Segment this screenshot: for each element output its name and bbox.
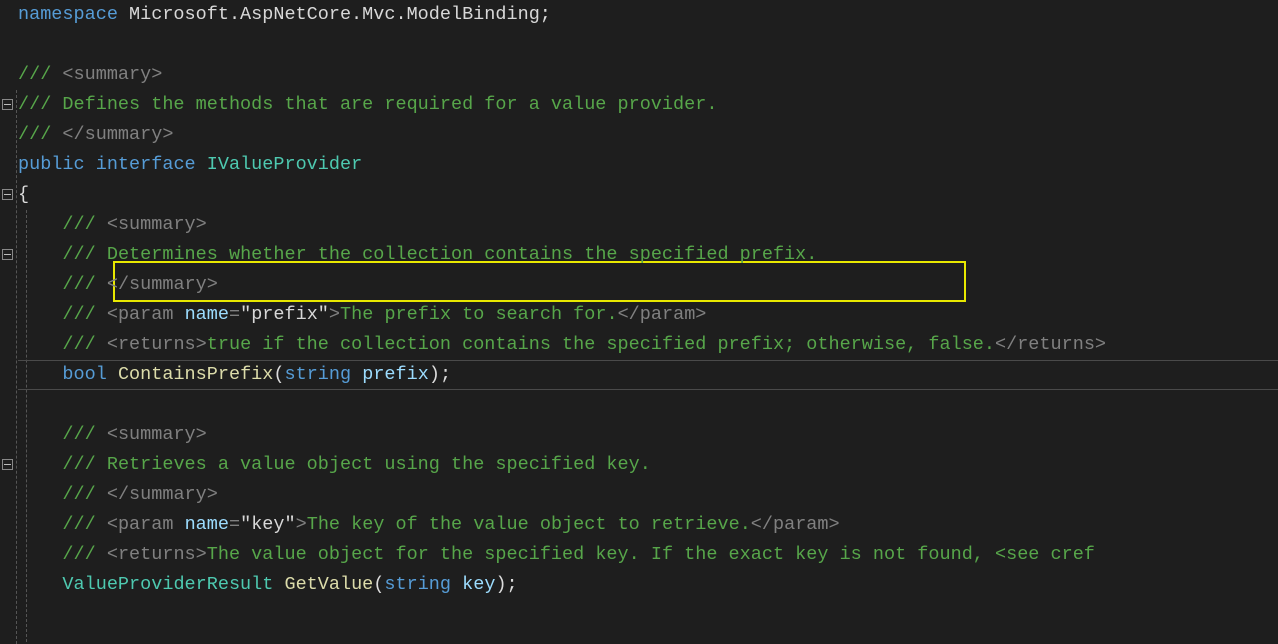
xml-doc-slashes: /// bbox=[62, 244, 95, 265]
fold-toggle[interactable] bbox=[2, 189, 13, 200]
param-name: prefix bbox=[351, 364, 429, 385]
fold-toggle[interactable] bbox=[2, 249, 13, 260]
xml-doc-slashes: /// bbox=[62, 334, 95, 355]
fold-toggle[interactable] bbox=[2, 459, 13, 470]
code-line[interactable] bbox=[16, 390, 1278, 420]
xml-doc-slashes: /// bbox=[62, 214, 95, 235]
param-type: string bbox=[284, 364, 351, 385]
xml-doc-slashes: /// bbox=[18, 64, 51, 85]
xml-attr-name: name bbox=[185, 304, 229, 325]
fold-toggle[interactable] bbox=[2, 99, 13, 110]
xml-tag-summary-close: </summary> bbox=[96, 484, 218, 505]
xml-tag-param-open: <param bbox=[96, 304, 185, 325]
xml-doc-line[interactable]: /// </summary> bbox=[16, 120, 1278, 150]
xml-doc-line[interactable]: /// <param name="prefix">The prefix to s… bbox=[16, 300, 1278, 330]
xml-doc-line[interactable]: /// <returns>true if the collection cont… bbox=[16, 330, 1278, 360]
method-name: ContainsPrefix bbox=[107, 364, 274, 385]
paren-open: ( bbox=[273, 364, 284, 385]
xml-doc-line[interactable]: /// Retrieves a value object using the s… bbox=[16, 450, 1278, 480]
paren-close: ) bbox=[429, 364, 440, 385]
xml-doc-line[interactable]: /// Determines whether the collection co… bbox=[16, 240, 1278, 270]
xml-eq: = bbox=[229, 304, 240, 325]
param-type: string bbox=[384, 574, 451, 595]
xml-tag-param-open: <param bbox=[96, 514, 185, 535]
param-name: key bbox=[451, 574, 495, 595]
type-name: IValueProvider bbox=[196, 154, 363, 175]
xml-returns-text: The value object for the specified key. … bbox=[207, 544, 1095, 565]
code-area[interactable]: namespace Microsoft.AspNetCore.Mvc.Model… bbox=[16, 0, 1278, 644]
xml-doc-line[interactable]: /// </summary> bbox=[16, 270, 1278, 300]
xml-tag-returns-end: </returns> bbox=[995, 334, 1106, 355]
xml-doc-text bbox=[96, 244, 107, 265]
xml-tag-summary-open: <summary> bbox=[96, 424, 207, 445]
keyword-interface: interface bbox=[85, 154, 196, 175]
xml-tag-close: > bbox=[296, 514, 307, 535]
xml-doc-line[interactable]: /// <param name="key">The key of the val… bbox=[16, 510, 1278, 540]
xml-tag-summary-open: <summary> bbox=[51, 64, 162, 85]
code-line[interactable] bbox=[16, 30, 1278, 60]
xml-doc-slashes: /// bbox=[62, 274, 95, 295]
xml-doc-text: Retrieves a value object using the speci… bbox=[96, 454, 651, 475]
return-type: bool bbox=[62, 364, 106, 385]
xml-doc-slashes: /// bbox=[18, 124, 51, 145]
xml-doc-slashes: /// bbox=[62, 544, 95, 565]
xml-tag-param-end: </param> bbox=[751, 514, 840, 535]
keyword-public: public bbox=[18, 154, 85, 175]
xml-param-desc: The key of the value object to retrieve. bbox=[307, 514, 751, 535]
method-name: GetValue bbox=[273, 574, 373, 595]
namespace-name: Microsoft.AspNetCore.Mvc.ModelBinding bbox=[118, 4, 540, 25]
xml-returns-text: true if the collection contains the spec… bbox=[207, 334, 995, 355]
paren-open: ( bbox=[373, 574, 384, 595]
keyword-namespace: namespace bbox=[18, 4, 118, 25]
xml-doc-text: Defines the methods that are required fo… bbox=[51, 94, 717, 115]
xml-doc-slashes: /// bbox=[62, 514, 95, 535]
xml-tag-returns-open: <returns> bbox=[96, 334, 207, 355]
code-editor[interactable]: namespace Microsoft.AspNetCore.Mvc.Model… bbox=[0, 0, 1278, 644]
xml-doc-slashes: /// bbox=[62, 484, 95, 505]
xml-doc-summary-text: Determines whether the collection contai… bbox=[107, 244, 818, 265]
code-line[interactable]: { bbox=[16, 180, 1278, 210]
xml-tag-summary-close: </summary> bbox=[51, 124, 173, 145]
xml-doc-line[interactable]: /// <summary> bbox=[16, 210, 1278, 240]
xml-doc-slashes: /// bbox=[62, 454, 95, 475]
xml-doc-slashes: /// bbox=[62, 304, 95, 325]
semicolon: ; bbox=[507, 574, 518, 595]
xml-tag-summary-close: </summary> bbox=[96, 274, 218, 295]
fold-gutter bbox=[0, 0, 16, 644]
xml-param-quoted: "prefix" bbox=[240, 304, 329, 325]
xml-doc-line[interactable]: /// Defines the methods that are require… bbox=[16, 90, 1278, 120]
xml-doc-slashes: /// bbox=[18, 94, 51, 115]
code-line[interactable]: namespace Microsoft.AspNetCore.Mvc.Model… bbox=[16, 0, 1278, 30]
xml-tag-returns-open: <returns> bbox=[96, 544, 207, 565]
xml-tag-summary-open: <summary> bbox=[96, 214, 207, 235]
code-line[interactable]: ValueProviderResult GetValue(string key)… bbox=[16, 570, 1278, 600]
xml-attr-name: name bbox=[185, 514, 229, 535]
code-line[interactable]: public interface IValueProvider bbox=[16, 150, 1278, 180]
xml-param-quoted: "key" bbox=[240, 514, 296, 535]
xml-doc-line[interactable]: /// <summary> bbox=[16, 420, 1278, 450]
code-line[interactable]: bool ContainsPrefix(string prefix); bbox=[16, 360, 1278, 390]
semicolon: ; bbox=[540, 4, 551, 25]
paren-close: ) bbox=[495, 574, 506, 595]
xml-tag-close: > bbox=[329, 304, 340, 325]
return-type: ValueProviderResult bbox=[62, 574, 273, 595]
xml-doc-line[interactable]: /// <summary> bbox=[16, 60, 1278, 90]
xml-eq: = bbox=[229, 514, 240, 535]
xml-doc-line[interactable]: /// <returns>The value object for the sp… bbox=[16, 540, 1278, 570]
xml-tag-param-end: </param> bbox=[618, 304, 707, 325]
brace-open: { bbox=[18, 184, 29, 205]
xml-param-desc: The prefix to search for. bbox=[340, 304, 618, 325]
semicolon: ; bbox=[440, 364, 451, 385]
xml-doc-line[interactable]: /// </summary> bbox=[16, 480, 1278, 510]
xml-doc-slashes: /// bbox=[62, 424, 95, 445]
